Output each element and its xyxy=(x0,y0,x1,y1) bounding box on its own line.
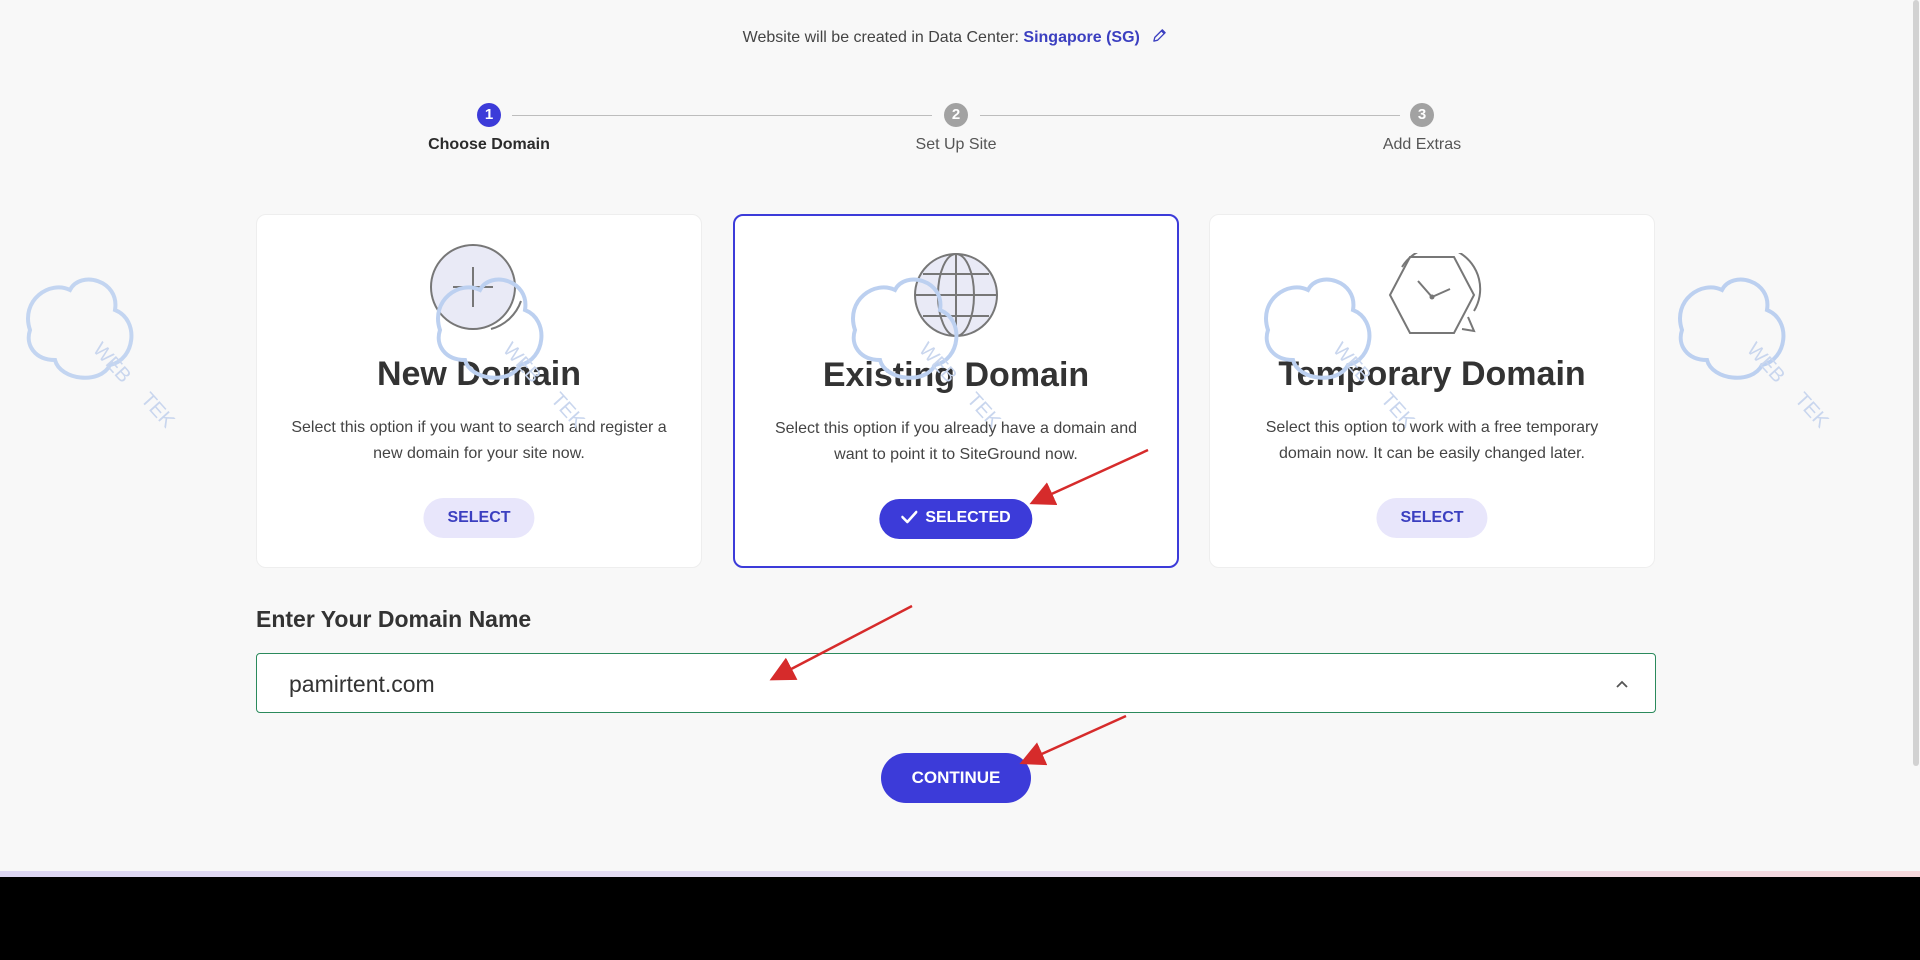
step-1-label[interactable]: Choose Domain xyxy=(389,136,589,154)
pencil-icon[interactable] xyxy=(1152,28,1167,48)
annotation-arrow xyxy=(1019,714,1127,766)
card-description: Select this option to work with a free t… xyxy=(1265,419,1599,462)
check-icon xyxy=(901,510,918,529)
step-2-label: Set Up Site xyxy=(915,136,997,153)
data-center-line: Website will be created in Data Center: … xyxy=(0,28,1910,48)
watermark-text: WEB xyxy=(88,339,135,388)
clock-icon xyxy=(1382,245,1482,342)
watermark-text: TEK xyxy=(1790,389,1833,433)
chevron-up-icon[interactable] xyxy=(1615,676,1629,694)
domain-input-label: Enter Your Domain Name xyxy=(256,606,532,632)
button-label: SELECT xyxy=(1400,509,1464,526)
watermark-text: WEB xyxy=(1742,339,1789,388)
card-temporary-domain[interactable]: Temporary Domain Select this option to w… xyxy=(1209,214,1655,568)
selected-existing-domain-button[interactable]: SELECTED xyxy=(879,499,1033,539)
page: Website will be created in Data Center: … xyxy=(0,0,1920,877)
search-plus-icon xyxy=(429,243,529,348)
step-3-number: 3 xyxy=(1410,103,1434,127)
card-title: Temporary Domain xyxy=(1278,355,1586,393)
data-center-prefix: Website will be created in Data Center: xyxy=(742,29,1019,46)
select-new-domain-button[interactable]: SELECT xyxy=(423,498,535,538)
domain-input[interactable] xyxy=(287,654,1591,714)
watermark-text: TEK xyxy=(136,389,179,433)
domain-field[interactable] xyxy=(256,653,1656,714)
step-1-number[interactable]: 1 xyxy=(477,103,501,127)
scrollbar[interactable] xyxy=(1913,0,1919,766)
card-new-domain[interactable]: New Domain Select this option if you wan… xyxy=(256,214,702,568)
card-title: Existing Domain xyxy=(822,356,1090,394)
button-label: SELECT xyxy=(447,509,511,526)
card-existing-domain[interactable]: Existing Domain Select this option if yo… xyxy=(733,214,1179,568)
select-temporary-domain-button[interactable]: SELECT xyxy=(1376,498,1488,538)
data-center-value[interactable]: Singapore (SG) xyxy=(1023,29,1139,46)
step-connector-1 xyxy=(512,115,932,116)
step-connector-2 xyxy=(980,115,1400,116)
card-description: Select this option if you already have a… xyxy=(774,420,1137,463)
bottom-strip xyxy=(0,871,1920,877)
step-2-number: 2 xyxy=(944,103,968,127)
button-label: SELECTED xyxy=(925,509,1011,526)
continue-button[interactable]: CONTINUE xyxy=(881,753,1031,803)
step-3-label: Add Extras xyxy=(1382,136,1462,153)
card-description: Select this option if you want to search… xyxy=(291,419,667,462)
card-title: New Domain xyxy=(376,355,582,393)
globe-icon xyxy=(911,250,1001,345)
